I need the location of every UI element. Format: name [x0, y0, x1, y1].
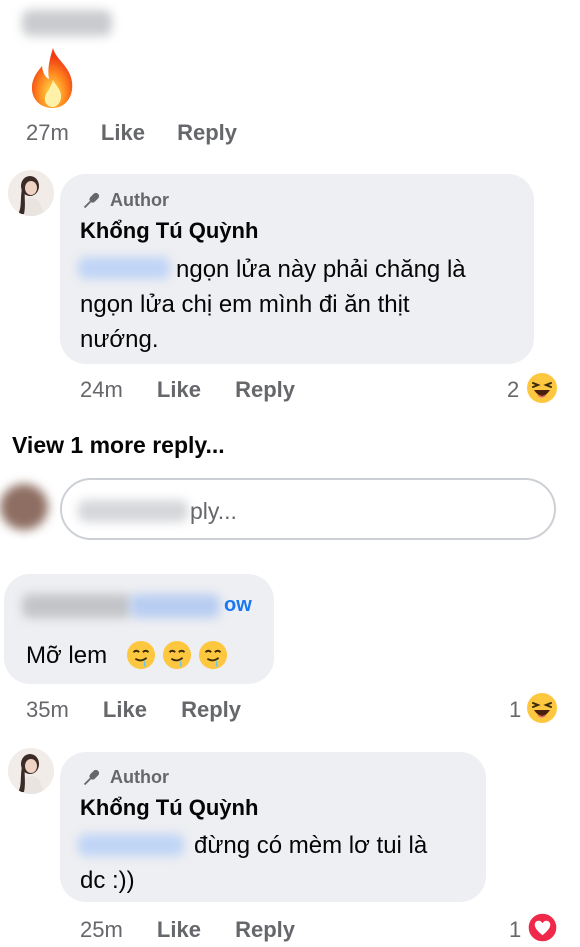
comment2-reaction-count[interactable]: 2 [507, 377, 519, 403]
comment4-like-button[interactable]: Like [157, 917, 201, 942]
comment4-text-line2: dc :)) [80, 867, 135, 894]
love-heart-icon[interactable] [527, 912, 558, 943]
comment2-author-tag: Author [110, 190, 169, 210]
comment2-reply-button[interactable]: Reply [235, 377, 295, 402]
microphone-icon [83, 769, 100, 786]
fire-emoji-icon [31, 48, 73, 108]
comment1-like-button[interactable]: Like [101, 120, 145, 145]
comment2-text-line1: ngọn lửa này phải chăng là [176, 256, 466, 283]
microphone-icon [83, 192, 100, 209]
comment4-reaction-count[interactable]: 1 [509, 917, 521, 943]
comment2-text-line3: nướng. [80, 326, 159, 353]
comment3-time: 35m [26, 697, 69, 722]
haha-emoji-icon[interactable] [526, 692, 558, 724]
comment3-reaction-count[interactable]: 1 [509, 697, 521, 723]
view-more-replies-link[interactable]: View 1 more reply... [12, 432, 225, 459]
current-user-avatar[interactable] [0, 484, 48, 530]
comment4-time: 25m [80, 917, 123, 942]
comment1-time: 27m [26, 120, 69, 145]
comment2-author-name[interactable]: Khổng Tú Quỳnh [80, 218, 258, 244]
comment3-name-suffix[interactable]: ow [224, 594, 252, 617]
comment4-author-tag: Author [110, 767, 169, 787]
comment4-text-line1: đừng có mèm lơ tui là [194, 832, 428, 859]
blurred-mention [78, 257, 170, 279]
drooling-face-icon [126, 640, 156, 670]
author-avatar-image [8, 170, 54, 216]
drooling-face-icon [198, 640, 228, 670]
reply-input-placeholder: ply... [190, 498, 237, 524]
comment3-reply-button[interactable]: Reply [181, 697, 241, 722]
comment3-like-button[interactable]: Like [103, 697, 147, 722]
blurred-reply-placeholder [78, 500, 188, 522]
comment1-reply-button[interactable]: Reply [177, 120, 237, 145]
author-avatar[interactable] [8, 170, 54, 216]
blurred-mention [78, 834, 184, 856]
comment4-meta: 25m Like Reply [80, 917, 295, 943]
comment4-author-name[interactable]: Khổng Tú Quỳnh [80, 795, 258, 821]
drooling-face-icon [162, 640, 192, 670]
author-avatar-image [8, 748, 54, 794]
comment3-text: Mỡ lem [26, 642, 108, 669]
comment1-meta: 27m Like Reply [26, 120, 237, 146]
comment3-meta: 35m Like Reply [26, 697, 241, 723]
blurred-commenter-name [22, 10, 112, 36]
comment2-meta: 24m Like Reply [80, 377, 295, 403]
blurred-follow-link [130, 594, 220, 618]
blurred-commenter-name [22, 594, 132, 618]
comment2-text-line2: ngọn lửa chị em mình đi ăn thịt [80, 291, 410, 318]
comment2-like-button[interactable]: Like [157, 377, 201, 402]
comment4-reply-button[interactable]: Reply [235, 917, 295, 942]
author-avatar[interactable] [8, 748, 54, 794]
comment2-time: 24m [80, 377, 123, 402]
haha-emoji-icon[interactable] [526, 372, 558, 404]
